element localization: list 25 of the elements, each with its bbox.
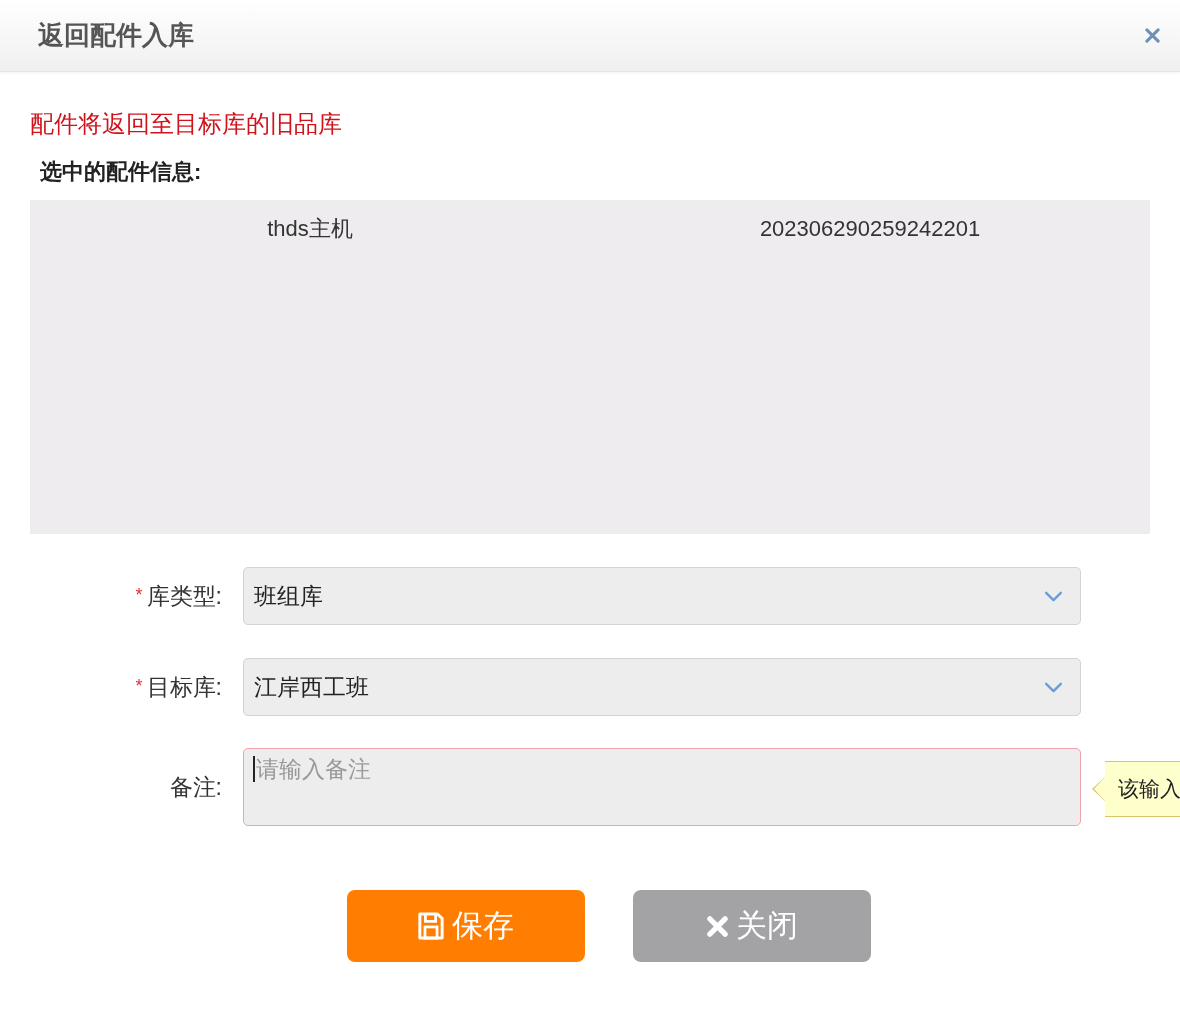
dropdown-field[interactable]: 班组库 bbox=[243, 567, 1081, 625]
required-mark: * bbox=[135, 584, 143, 605]
part-serial: 202306290259242201 bbox=[759, 216, 981, 241]
close-dialog-button[interactable]: 关闭 bbox=[633, 890, 871, 962]
close-button[interactable] bbox=[1145, 28, 1160, 43]
close-icon bbox=[1145, 28, 1160, 43]
notice-text: 配件将返回至目标库的旧品库 bbox=[30, 110, 343, 139]
dropdown-value: 江岸西工班 bbox=[254, 672, 369, 702]
remark-placeholder: 请输入备注 bbox=[256, 755, 371, 784]
field-label: 库类型: bbox=[146, 582, 222, 609]
field-label: 目标库: bbox=[146, 673, 222, 700]
field-label: 备注: bbox=[169, 773, 222, 800]
part-name: thds主机 bbox=[267, 216, 353, 241]
dialog-title: 返回配件入库 bbox=[38, 19, 194, 52]
chevron-down-icon bbox=[1044, 681, 1063, 693]
chevron-down-icon bbox=[1044, 590, 1063, 602]
dropdown-value: 班组库 bbox=[254, 581, 323, 611]
remark-field[interactable]: 请输入备注 bbox=[243, 748, 1081, 826]
required-mark: * bbox=[135, 675, 143, 696]
validation-tooltip: 该输入 bbox=[1092, 761, 1180, 817]
x-icon bbox=[706, 915, 728, 937]
text-cursor bbox=[253, 756, 255, 782]
section-heading: 选中的配件信息: bbox=[40, 158, 203, 186]
save-button[interactable]: 保存 bbox=[347, 890, 585, 962]
dropdown-field[interactable]: 江岸西工班 bbox=[243, 658, 1081, 716]
